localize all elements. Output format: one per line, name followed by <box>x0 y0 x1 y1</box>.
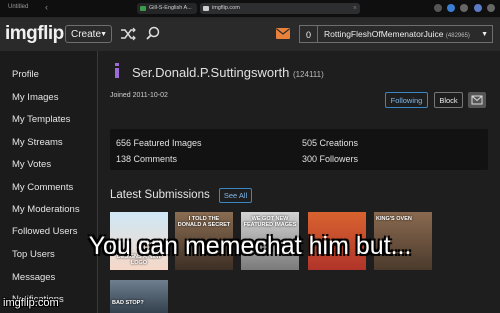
profile-username: Ser.Donald.P.Suttingsworth <box>132 65 290 80</box>
meme-caption: You can memechat him but... <box>88 232 412 260</box>
create-label: Create <box>71 29 102 40</box>
browser-tab-untitled[interactable]: Untitled <box>8 4 28 10</box>
profile-points: (124111) <box>292 70 324 79</box>
message-button[interactable] <box>468 92 486 108</box>
caret-down-icon: ▼ <box>100 31 107 38</box>
shuffle-icon[interactable] <box>120 27 136 41</box>
browser-tab-1-title: Gill-S-English A... <box>149 5 192 11</box>
sidebar-item-my-streams[interactable]: My Streams <box>12 137 63 148</box>
search-icon[interactable] <box>146 26 160 40</box>
browser-tab-2-title: imgflip.com <box>212 5 240 11</box>
imgflip-watermark: imgflip.com <box>3 297 59 309</box>
favicon-icon <box>140 6 146 11</box>
profile-icon[interactable] <box>474 4 482 12</box>
create-button[interactable]: Create ▼ <box>65 25 112 43</box>
browser-tab-2[interactable]: imgflip.com × <box>200 3 360 14</box>
submission-thumbnail[interactable]: BAD STOP? <box>110 280 168 313</box>
extension-icon[interactable] <box>434 4 442 12</box>
stat-comments[interactable]: 138 Comments <box>116 154 177 164</box>
sidebar-item-my-comments[interactable]: My Comments <box>12 182 73 193</box>
stat-featured-images[interactable]: 656 Featured Images <box>116 138 202 148</box>
favicon-icon <box>203 6 209 11</box>
extension-icon[interactable] <box>460 4 468 12</box>
browser-toolbar: Untitled ‹ Gill-S-English A... imgflip.c… <box>0 0 500 18</box>
see-all-button[interactable]: See All <box>219 188 252 203</box>
menu-icon[interactable] <box>487 4 495 12</box>
header-user-points: (482965) <box>445 33 470 39</box>
sidebar-item-profile[interactable]: Profile <box>12 69 39 80</box>
header-username: RottingFleshOfMemenatorJuice <box>324 29 444 39</box>
stats-box: 656 Featured Images 505 Creations 138 Co… <box>110 129 488 170</box>
user-info-icon <box>115 63 119 78</box>
mail-icon[interactable] <box>276 28 290 39</box>
browser-tab-1[interactable]: Gill-S-English A... <box>137 3 197 14</box>
sidebar: Profile My Images My Templates My Stream… <box>0 51 97 313</box>
close-icon[interactable]: × <box>353 3 357 14</box>
stat-followers[interactable]: 300 Followers <box>302 154 358 164</box>
imgflip-logo[interactable]: imgflip <box>5 23 64 45</box>
sidebar-item-my-templates[interactable]: My Templates <box>12 114 70 125</box>
notification-count[interactable]: 0 <box>299 25 317 43</box>
sidebar-item-my-votes[interactable]: My Votes <box>12 159 51 170</box>
profile-username-line: Ser.Donald.P.Suttingsworth (124111) <box>132 65 324 80</box>
envelope-icon <box>471 95 483 105</box>
block-button[interactable]: Block <box>434 92 463 108</box>
profile-main: Ser.Donald.P.Suttingsworth (124111) Join… <box>98 51 500 313</box>
caret-down-icon: ▼ <box>481 31 488 38</box>
browser-back-icon[interactable]: ‹ <box>45 2 48 12</box>
sidebar-item-my-images[interactable]: My Images <box>12 92 58 103</box>
site-header: imgflip Create ▼ 0 RottingFleshOfMemenat… <box>0 18 500 51</box>
stat-creations[interactable]: 505 Creations <box>302 138 358 148</box>
sidebar-item-my-moderations[interactable]: My Moderations <box>12 204 80 215</box>
following-button[interactable]: Following <box>385 92 428 108</box>
shield-icon[interactable] <box>447 4 455 12</box>
sidebar-item-messages[interactable]: Messages <box>12 272 55 283</box>
latest-submissions-title: Latest Submissions <box>110 189 210 201</box>
joined-date: Joined 2011-10-02 <box>110 92 168 99</box>
user-menu[interactable]: RottingFleshOfMemenatorJuice (482965) ▼ <box>317 25 493 43</box>
